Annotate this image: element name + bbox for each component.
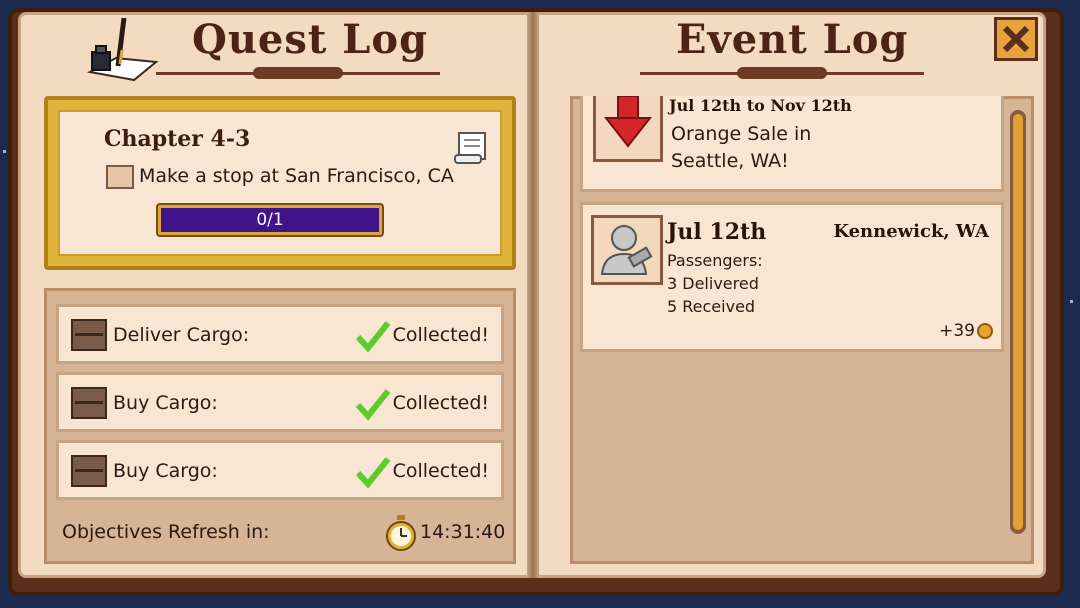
scroll-icon[interactable] (453, 129, 491, 167)
event-icon-frame (593, 95, 663, 162)
event-text-line: Orange Sale in (671, 123, 812, 145)
passenger-icon (600, 225, 653, 275)
objective-row[interactable]: Buy Cargo: Collected! (56, 440, 504, 500)
chapter-objective: Make a stop at San Francisco, CA (139, 165, 454, 187)
close-icon (1002, 25, 1030, 53)
event-date: Jul 12th (667, 219, 767, 245)
refresh-label: Objectives Refresh in: (62, 521, 270, 543)
coin-icon (977, 323, 993, 339)
objective-status: Collected! (392, 460, 489, 482)
chapter-progress-bar: 0/1 (156, 203, 384, 237)
event-text-line: 5 Received (667, 297, 756, 316)
checkmark-icon (355, 321, 391, 353)
objective-label: Deliver Cargo: (113, 324, 250, 346)
event-date: Jul 12th to Nov 12th (669, 96, 852, 115)
stopwatch-icon (386, 515, 416, 551)
event-icon-frame (591, 215, 663, 285)
background-star (3, 150, 6, 153)
event-text-line: 3 Delivered (667, 274, 759, 293)
book-spine (527, 12, 539, 578)
map-stop-icon (106, 165, 134, 189)
event-card[interactable]: Jul 12th Kennewick, WA Passengers: 3 Del… (580, 202, 1004, 352)
quest-log-title: Quest Log (192, 16, 429, 63)
checkmark-icon (355, 389, 391, 421)
objective-label: Buy Cargo: (113, 460, 218, 482)
checkmark-icon (355, 457, 391, 489)
inkwell-quill-icon (87, 17, 159, 82)
event-text-line: Passengers: (667, 251, 763, 270)
event-log-title: Event Log (676, 16, 909, 63)
event-card[interactable]: Jul 12th to Nov 12th Orange Sale in Seat… (580, 95, 1004, 192)
objective-status: Collected! (392, 324, 489, 346)
refresh-timer: 14:31:40 (420, 521, 506, 543)
close-button[interactable] (994, 17, 1038, 61)
down-arrow-icon (603, 95, 653, 148)
scrollbar-thumb[interactable] (1013, 114, 1023, 530)
background-star (1070, 300, 1073, 303)
cargo-crate-icon (71, 387, 107, 419)
event-log-divider (640, 67, 924, 79)
objective-row[interactable]: Buy Cargo: Collected! (56, 372, 504, 432)
event-location: Kennewick, WA (833, 221, 989, 242)
quest-log-divider (156, 67, 440, 79)
cargo-crate-icon (71, 319, 107, 351)
objective-status: Collected! (392, 392, 489, 414)
cargo-crate-icon (71, 455, 107, 487)
objective-row[interactable]: Deliver Cargo: Collected! (56, 304, 504, 364)
event-text-line: Seattle, WA! (671, 150, 789, 172)
chapter-title: Chapter 4-3 (104, 126, 251, 152)
progress-text: 0/1 (256, 210, 284, 230)
event-reward: +39 (939, 321, 975, 341)
objective-label: Buy Cargo: (113, 392, 218, 414)
